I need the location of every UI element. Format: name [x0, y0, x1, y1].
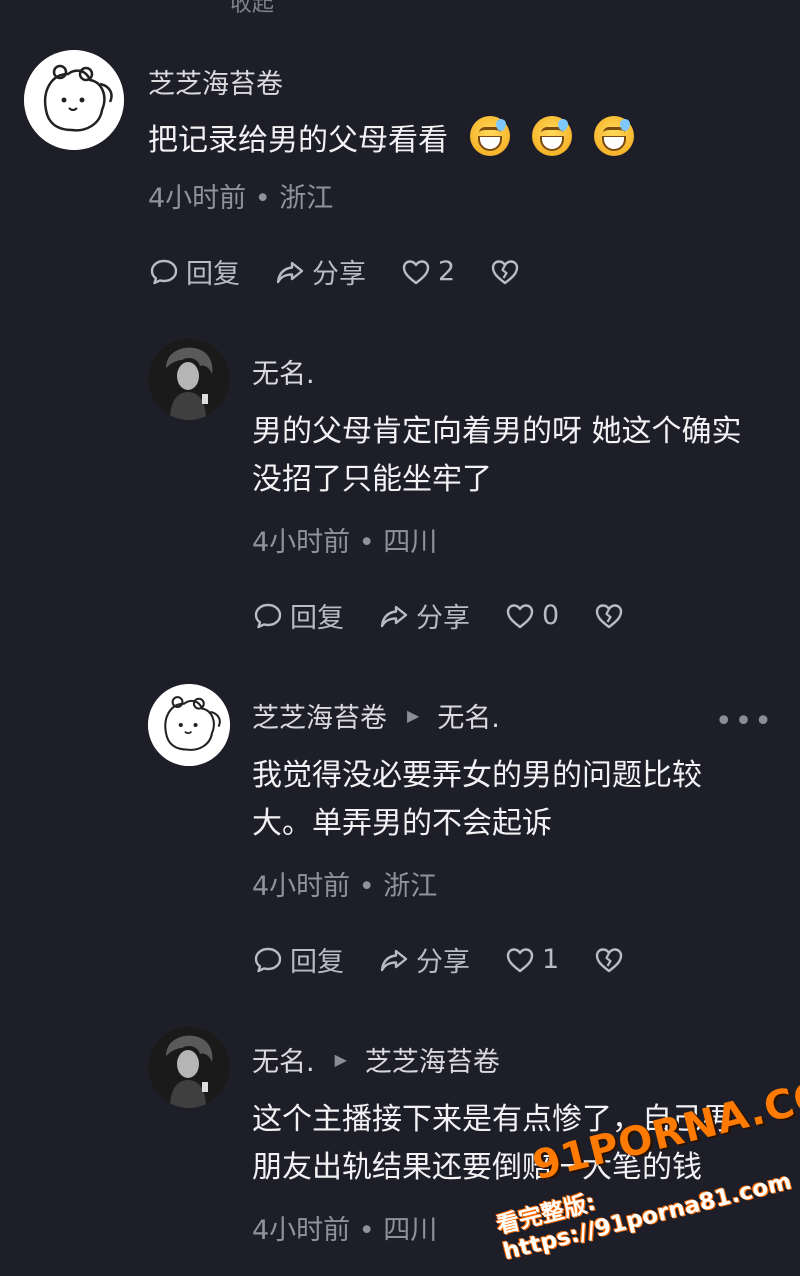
avatar[interactable] — [24, 50, 124, 150]
reply-label: 回复 — [186, 259, 240, 290]
share-label: 分享 — [312, 259, 366, 290]
share-label: 分享 — [416, 947, 470, 978]
collapse-link-partial[interactable]: 收起 — [230, 0, 274, 18]
comment-author-row: 无名. ▶ 芝芝海苔卷 — [252, 1040, 500, 1079]
grinning-sweat-emoji-icon — [532, 116, 572, 156]
broken-heart-icon — [595, 947, 623, 972]
dislike-button[interactable] — [489, 256, 521, 288]
reply-target-user[interactable]: 芝芝海苔卷 — [365, 1040, 500, 1079]
share-arrow-icon — [276, 261, 304, 283]
heart-icon — [506, 947, 534, 972]
more-options-button[interactable]: ••• — [715, 704, 774, 739]
speech-bubble-icon — [254, 947, 282, 972]
comment-text: 这个主播接下来是有点惨了，自己男 朋友出轨结果还要倒赔一大笔的钱 — [252, 1096, 732, 1192]
comment-text-line: 把记录给男的父母看看 — [148, 123, 448, 158]
comment-text-line: 大。单弄男的不会起诉 — [252, 806, 552, 841]
reply-button[interactable]: 回复 — [148, 252, 240, 291]
speech-bubble-icon — [150, 259, 178, 284]
comment-text: 男的父母肯定向着男的呀 她这个确实 没招了只能坐牢了 — [252, 408, 742, 504]
heart-icon — [506, 603, 534, 628]
like-count: 0 — [542, 600, 560, 631]
comment-thread-screen: 收起 芝芝海苔卷 把记录给男的父母看看 4小时前 • 浙江 回复 分享 2 无名… — [0, 0, 800, 1276]
avatar[interactable] — [148, 338, 230, 420]
comment-author[interactable]: 无名. — [252, 1040, 315, 1079]
comment-actions: 回复 分享 2 — [148, 252, 555, 291]
reply-to-arrow-icon: ▶ — [334, 1050, 347, 1069]
comment-meta: 4小时前 • 四川 — [252, 1215, 438, 1246]
grinning-sweat-emoji-icon — [594, 116, 634, 156]
comment-author-row: 无名. — [252, 352, 315, 391]
comment-author-row: 芝芝海苔卷 ▶ 无名. — [252, 696, 500, 735]
dislike-button[interactable] — [593, 600, 625, 632]
avatar[interactable] — [148, 1026, 230, 1108]
comment-meta: 4小时前 • 浙江 — [148, 183, 334, 214]
comment-text-line: 这个主播接下来是有点惨了，自己男 — [252, 1102, 732, 1137]
share-label: 分享 — [416, 603, 470, 634]
comment-author[interactable]: 芝芝海苔卷 — [252, 696, 387, 735]
broken-heart-icon — [595, 603, 623, 628]
bear-avatar-icon — [24, 50, 124, 150]
comment-actions: 回复 分享 1 — [252, 940, 659, 979]
comment-text-line: 我觉得没必要弄女的男的问题比较 — [252, 758, 702, 793]
comment-author-row: 芝芝海苔卷 — [148, 62, 283, 101]
like-button[interactable]: 1 — [504, 944, 559, 976]
comment-actions: 回复 分享 0 — [252, 596, 659, 635]
reply-label: 回复 — [290, 603, 344, 634]
bear-avatar-icon — [148, 684, 230, 766]
share-button[interactable]: 分享 — [378, 596, 470, 635]
comment-author[interactable]: 芝芝海苔卷 — [148, 62, 283, 101]
like-count: 2 — [438, 256, 456, 287]
comment-text: 我觉得没必要弄女的男的问题比较 大。单弄男的不会起诉 — [252, 752, 702, 848]
comment-author[interactable]: 无名. — [252, 352, 315, 391]
broken-heart-icon — [491, 259, 519, 284]
reply-to-arrow-icon: ▶ — [407, 706, 420, 725]
reply-label: 回复 — [290, 947, 344, 978]
grinning-sweat-emoji-icon — [470, 116, 510, 156]
like-button[interactable]: 0 — [504, 600, 559, 632]
reply-button[interactable]: 回复 — [252, 596, 344, 635]
share-button[interactable]: 分享 — [274, 252, 366, 291]
like-count: 1 — [542, 944, 560, 975]
share-button[interactable]: 分享 — [378, 940, 470, 979]
speech-bubble-icon — [254, 603, 282, 628]
heart-icon — [402, 259, 430, 284]
share-arrow-icon — [380, 949, 408, 971]
share-arrow-icon — [380, 605, 408, 627]
dislike-button[interactable] — [593, 944, 625, 976]
reply-target-user[interactable]: 无名. — [437, 696, 500, 735]
portrait-avatar-icon — [148, 1026, 230, 1108]
comment-text-line: 朋友出轨结果还要倒赔一大笔的钱 — [252, 1150, 702, 1185]
like-button[interactable]: 2 — [400, 256, 455, 288]
portrait-avatar-icon — [148, 338, 230, 420]
comment-meta: 4小时前 • 四川 — [252, 527, 438, 558]
comment-text-line: 没招了只能坐牢了 — [252, 462, 492, 497]
comment-text: 把记录给男的父母看看 — [148, 116, 634, 165]
reply-button[interactable]: 回复 — [252, 940, 344, 979]
comment-text-line: 男的父母肯定向着男的呀 她这个确实 — [252, 414, 742, 449]
avatar[interactable] — [148, 684, 230, 766]
comment-meta: 4小时前 • 浙江 — [252, 871, 438, 902]
